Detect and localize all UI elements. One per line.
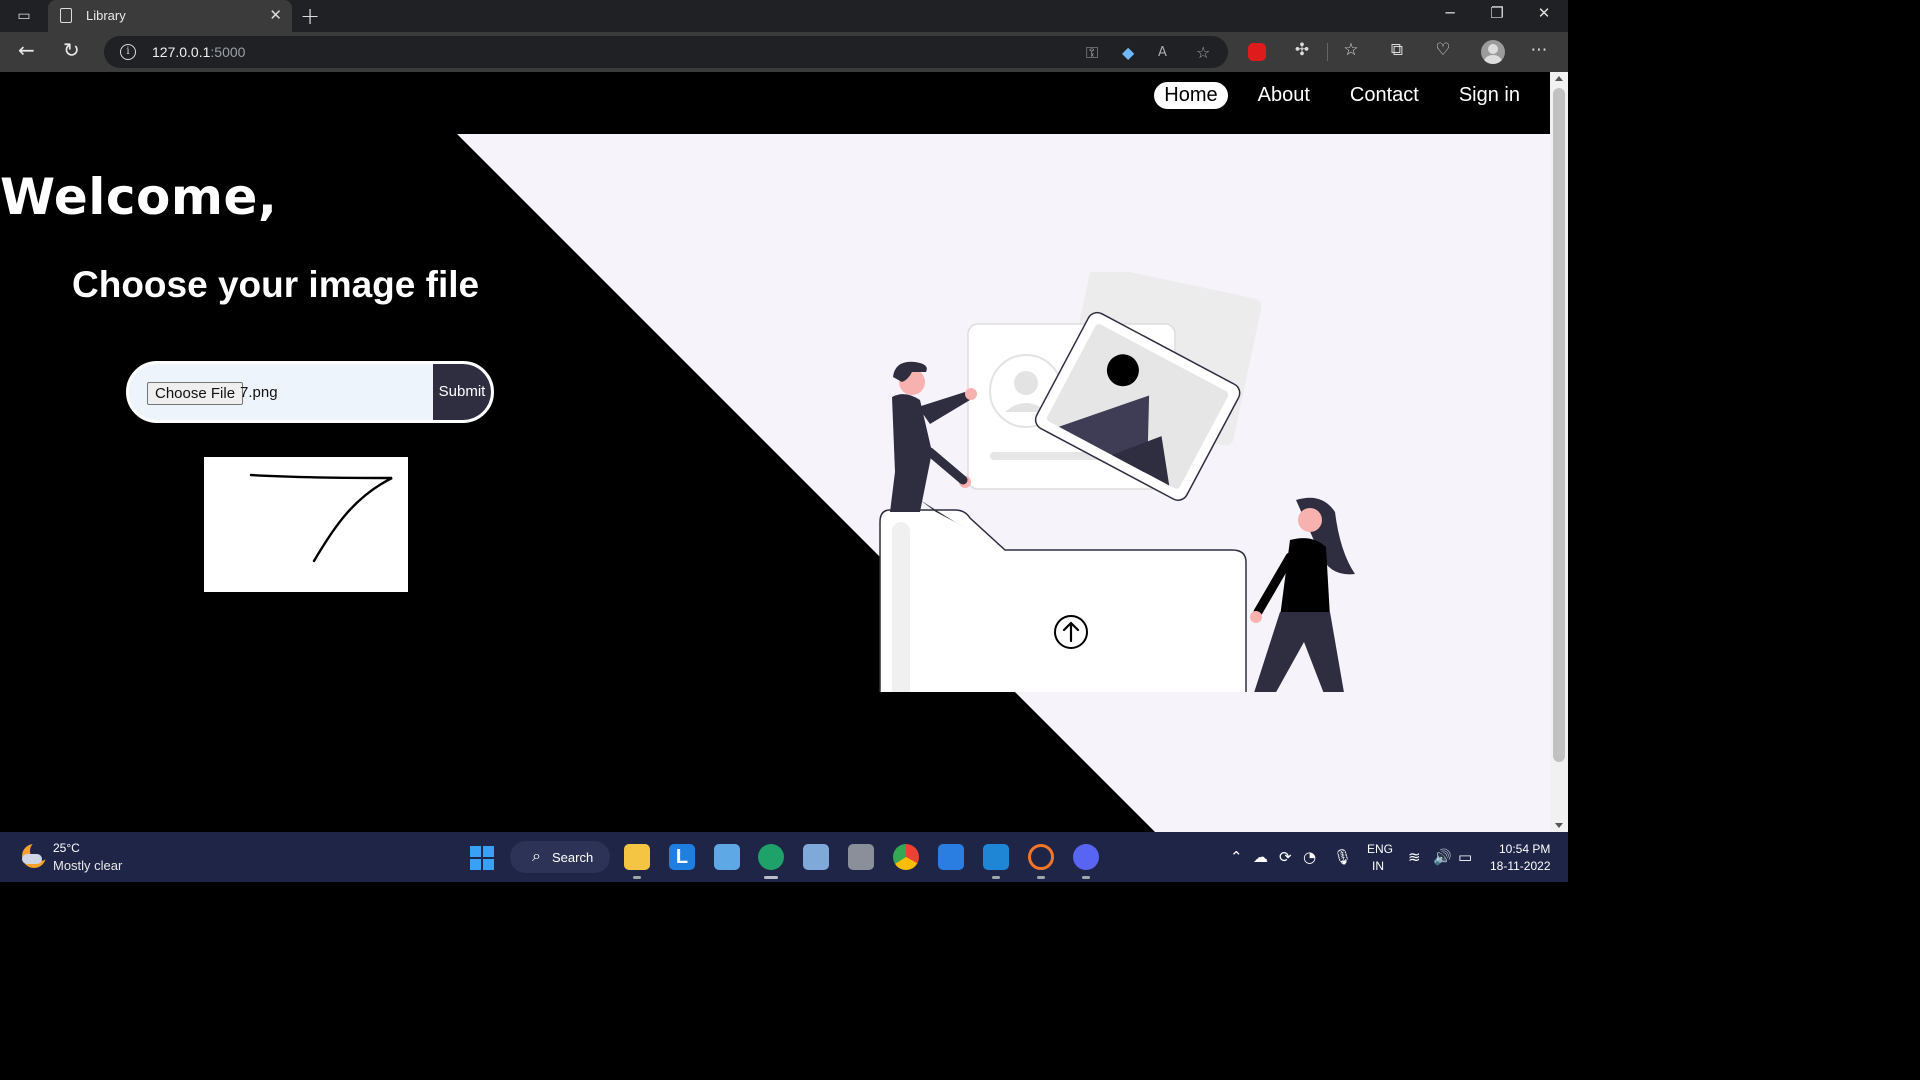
tab-title: Library bbox=[86, 8, 126, 23]
app-running-indicator bbox=[992, 876, 1000, 879]
submit-button[interactable]: Submit bbox=[433, 364, 491, 420]
clock-date[interactable]: 18-11-2022 bbox=[1490, 859, 1551, 873]
chrome-icon[interactable] bbox=[893, 844, 919, 870]
health-icon[interactable]: ♡ bbox=[1429, 40, 1457, 60]
extensions-icon[interactable]: ✣ bbox=[1288, 40, 1316, 60]
upload-form: Choose File 7.png Submit bbox=[126, 361, 494, 423]
image-preview bbox=[204, 457, 408, 592]
page-title: Choose your image file bbox=[72, 264, 480, 305]
microphone-icon[interactable]: 🎙 bbox=[1333, 848, 1352, 866]
close-window-button[interactable]: ✕ bbox=[1524, 4, 1564, 22]
address-bar[interactable]: i 127.0.0.1:5000 ⚿ ◆ A ☆ bbox=[104, 36, 1228, 68]
favorites-icon[interactable]: ☆ bbox=[1337, 40, 1365, 60]
choose-file-button[interactable]: Choose File bbox=[147, 382, 244, 405]
page-content: Home About Contact Sign in Welcome, Choo… bbox=[0, 72, 1550, 832]
region-indicator[interactable]: IN bbox=[1372, 859, 1384, 873]
app-running-indicator bbox=[1037, 876, 1045, 879]
weather-condition[interactable]: Mostly clear bbox=[53, 858, 122, 873]
adblock-icon[interactable] bbox=[1248, 43, 1266, 61]
browser-tab-bar: ▭ Library ✕ + ─ ❐ ✕ bbox=[0, 0, 1568, 32]
site-info-icon[interactable]: i bbox=[120, 44, 136, 60]
app-running-indicator bbox=[1082, 876, 1090, 879]
page-scrollbar[interactable] bbox=[1550, 72, 1568, 832]
read-aloud-icon[interactable]: A bbox=[1158, 45, 1167, 60]
selected-file-name: 7.png bbox=[240, 384, 278, 401]
photos-icon[interactable] bbox=[803, 844, 829, 870]
wifi-icon[interactable]: ≋ bbox=[1408, 848, 1421, 866]
language-indicator[interactable]: ENG bbox=[1367, 842, 1393, 856]
collections-icon[interactable]: ⧉ bbox=[1383, 40, 1411, 60]
refresh-icon[interactable]: ↻ bbox=[63, 38, 80, 62]
nav-about[interactable]: About bbox=[1248, 82, 1320, 109]
welcome-heading: Welcome, bbox=[0, 168, 278, 226]
coupon-icon[interactable]: ◆ bbox=[1122, 43, 1134, 62]
chevron-up-icon[interactable]: ⌃ bbox=[1230, 848, 1243, 866]
edge-icon[interactable] bbox=[758, 844, 784, 870]
windows-taskbar: 25°C Mostly clear ⌕ Search L ⌃ ☁ ⟳ ◔ 🎙 E… bbox=[0, 832, 1568, 882]
start-button[interactable] bbox=[470, 846, 494, 870]
control-panel-icon[interactable] bbox=[714, 844, 740, 870]
key-icon[interactable]: ⚿ bbox=[1086, 43, 1098, 63]
sync-icon[interactable]: ⟳ bbox=[1279, 848, 1292, 866]
calculator-icon[interactable] bbox=[848, 844, 874, 870]
minimize-button[interactable]: ─ bbox=[1430, 4, 1470, 22]
connect-icon[interactable] bbox=[938, 844, 964, 870]
volume-icon[interactable]: 🔊 bbox=[1433, 848, 1452, 866]
back-arrow-icon[interactable]: ← bbox=[18, 38, 35, 62]
jupyter-icon[interactable] bbox=[1028, 844, 1054, 870]
profile-icon[interactable] bbox=[1481, 40, 1505, 64]
new-tab-button[interactable]: + bbox=[300, 2, 320, 30]
close-tab-icon[interactable]: ✕ bbox=[269, 6, 282, 24]
clock-time[interactable]: 10:54 PM bbox=[1499, 842, 1550, 856]
tab-actions-icon[interactable]: ▭ bbox=[14, 7, 34, 25]
weather-cloud-icon bbox=[22, 854, 42, 864]
discord-icon[interactable] bbox=[1073, 844, 1099, 870]
file-upload-illustration bbox=[879, 272, 1355, 692]
nav-sign-in[interactable]: Sign in bbox=[1449, 82, 1530, 109]
taskbar-search[interactable]: ⌕ Search bbox=[510, 841, 610, 873]
app-running-indicator bbox=[633, 876, 641, 879]
scroll-up-arrow-icon[interactable] bbox=[1555, 76, 1563, 81]
onedrive-icon[interactable]: ☁ bbox=[1253, 848, 1268, 866]
search-icon: ⌕ bbox=[532, 846, 541, 865]
toolbar-divider bbox=[1327, 43, 1328, 61]
restore-button[interactable]: ❐ bbox=[1477, 4, 1517, 22]
vscode-icon[interactable] bbox=[983, 844, 1009, 870]
scroll-thumb[interactable] bbox=[1553, 88, 1565, 762]
search-label: Search bbox=[552, 850, 594, 865]
app-active-indicator bbox=[764, 876, 778, 879]
handwritten-digit-image bbox=[249, 473, 393, 563]
add-favorite-icon[interactable]: ☆ bbox=[1196, 43, 1210, 62]
battery-icon[interactable]: ▭ bbox=[1458, 848, 1472, 866]
browser-toolbar: ← ↻ i 127.0.0.1:5000 ⚿ ◆ A ☆ bbox=[0, 32, 1568, 72]
site-navbar: Home About Contact Sign in bbox=[1134, 82, 1530, 109]
url-text: 127.0.0.1:5000 bbox=[152, 44, 246, 60]
clock-app-icon[interactable]: ◔ bbox=[1303, 848, 1316, 866]
weather-temperature[interactable]: 25°C bbox=[53, 841, 80, 855]
file-explorer-icon[interactable] bbox=[624, 844, 650, 870]
nav-contact[interactable]: Contact bbox=[1340, 82, 1429, 109]
nav-home[interactable]: Home bbox=[1154, 82, 1228, 109]
more-icon[interactable]: ⋯ bbox=[1525, 40, 1553, 60]
browser-tab[interactable]: Library ✕ bbox=[48, 0, 292, 32]
scroll-down-arrow-icon[interactable] bbox=[1555, 823, 1563, 828]
l-app-icon[interactable]: L bbox=[669, 844, 695, 870]
page-icon bbox=[60, 8, 72, 23]
